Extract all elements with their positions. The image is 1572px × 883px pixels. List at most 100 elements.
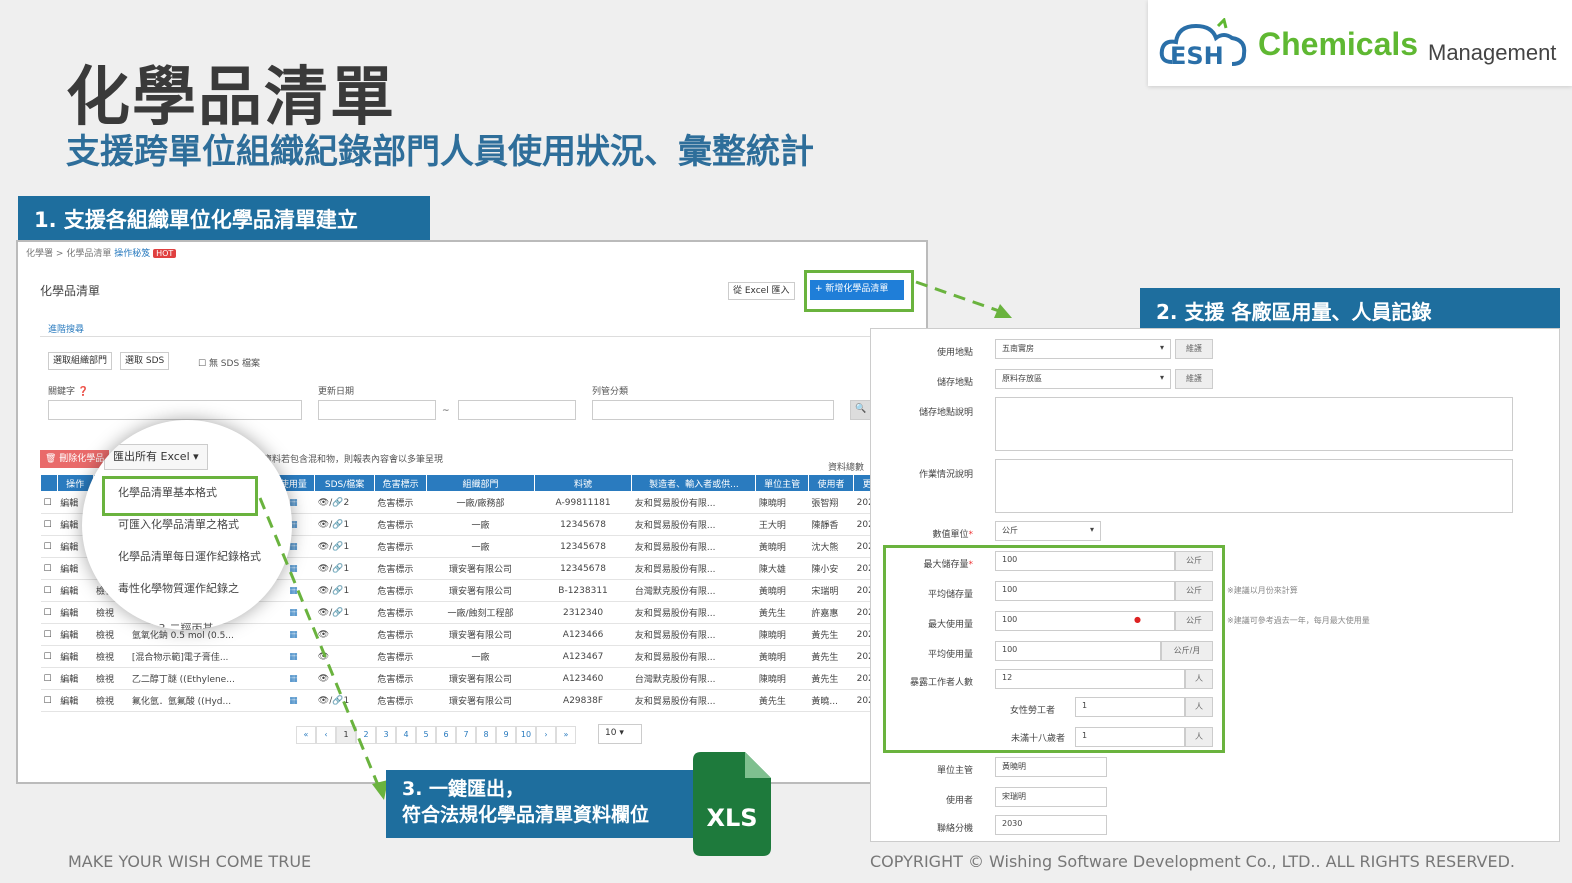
avg-use-input[interactable]: 100: [995, 641, 1161, 661]
hazard-link[interactable]: 危害標示: [374, 645, 427, 668]
date-to-input[interactable]: [458, 400, 576, 420]
page-link[interactable]: 8: [476, 726, 496, 744]
logo-management: Management: [1428, 40, 1557, 65]
col-header[interactable]: 使用者: [807, 474, 855, 492]
banner3-line2: 符合法規化學品清單資料欄位: [402, 804, 650, 826]
page-link[interactable]: ›: [536, 726, 556, 744]
delete-button[interactable]: 🗑 刪除化學品: [40, 450, 110, 468]
page-link[interactable]: 3: [376, 726, 396, 744]
exposed-input[interactable]: 12: [995, 669, 1185, 689]
mgr-input[interactable]: 黃曉明: [995, 757, 1107, 777]
page-link[interactable]: 7: [456, 726, 476, 744]
col-header[interactable]: 製造者、輸入者或供...: [631, 474, 757, 492]
user-input[interactable]: 宋瑞明: [995, 787, 1107, 807]
col-header[interactable]: [40, 474, 58, 492]
keyword-input[interactable]: [48, 400, 302, 420]
edit-link[interactable]: 編輯: [57, 579, 94, 602]
no-sds-checkbox[interactable]: ☐ 無 SDS 檔案: [198, 356, 260, 369]
view-link[interactable]: 檢視: [93, 645, 129, 668]
advanced-search-toggle[interactable]: 進階搜尋: [48, 322, 84, 335]
edit-link[interactable]: 編輯: [57, 667, 94, 690]
female-input[interactable]: 1: [1075, 697, 1185, 717]
checkbox[interactable]: ☐: [40, 491, 58, 514]
sds-cell[interactable]: 👁/🔗1: [314, 601, 375, 624]
page-link[interactable]: «: [296, 726, 316, 744]
date-from-input[interactable]: [318, 400, 436, 420]
checkbox[interactable]: ☐: [40, 579, 58, 602]
view-link[interactable]: 檢視: [93, 667, 129, 690]
hazard-link[interactable]: 危害標示: [374, 667, 427, 690]
page-link[interactable]: »: [556, 726, 576, 744]
sds-cell[interactable]: 👁/🔗1: [314, 513, 375, 536]
crumb-home[interactable]: 化學署: [26, 249, 53, 259]
ext-input[interactable]: 2030: [995, 815, 1107, 835]
edit-link[interactable]: 編輯: [57, 623, 94, 646]
hazard-link[interactable]: 危害標示: [374, 513, 427, 536]
import-excel-button[interactable]: 從 Excel 匯入: [728, 282, 795, 300]
checkbox[interactable]: ☐: [40, 535, 58, 558]
page-link[interactable]: 6: [436, 726, 456, 744]
view-link[interactable]: 檢視: [93, 623, 129, 646]
hazard-link[interactable]: 危害標示: [374, 535, 427, 558]
store-site-select[interactable]: 原料存放區 ▾: [995, 369, 1171, 389]
store-site-maintain-button[interactable]: 維護: [1175, 369, 1213, 389]
work-desc-textarea[interactable]: [995, 459, 1513, 513]
checkbox[interactable]: ☐: [40, 667, 58, 690]
max-use-input[interactable]: 100 ●: [995, 611, 1175, 631]
col-header[interactable]: 組織部門: [426, 474, 535, 492]
page-size-select[interactable]: 10 ▾: [598, 724, 642, 744]
hazard-link[interactable]: 危害標示: [374, 601, 427, 624]
checkbox[interactable]: ☐: [40, 689, 58, 712]
usage-icon: ▦: [271, 623, 315, 646]
checkbox[interactable]: ☐: [40, 623, 58, 646]
checkbox[interactable]: ☐: [40, 645, 58, 668]
sds-cell[interactable]: 👁: [314, 667, 375, 690]
col-header[interactable]: 危害標示: [373, 474, 428, 492]
page-link[interactable]: 10: [516, 726, 536, 744]
unit-select[interactable]: 公斤 ▾: [995, 521, 1101, 541]
col-header[interactable]: SDS/檔案: [314, 474, 375, 492]
page-link[interactable]: 4: [396, 726, 416, 744]
page-link[interactable]: ‹: [316, 726, 336, 744]
export-menu-item[interactable]: 化學品清單每日運作紀錄格式: [104, 540, 292, 572]
page-link[interactable]: 9: [496, 726, 516, 744]
edit-link[interactable]: 編輯: [57, 601, 94, 624]
col-header[interactable]: 單位主管: [755, 474, 809, 492]
store-desc-textarea[interactable]: [995, 397, 1513, 451]
hazard-link[interactable]: 危害標示: [374, 579, 427, 602]
user-cell: 宋瑞明: [808, 579, 854, 602]
max-store-input[interactable]: 100: [995, 551, 1175, 571]
view-link[interactable]: 檢視: [93, 689, 129, 712]
manufacturer: 台灣默克股份有限...: [631, 579, 756, 602]
sds-cell[interactable]: 👁/🔗1: [314, 535, 375, 558]
use-site-maintain-button[interactable]: 維護: [1175, 339, 1213, 359]
select-dept-button[interactable]: 選取組織部門: [48, 352, 113, 370]
checkbox[interactable]: ☐: [40, 557, 58, 580]
page-link[interactable]: 5: [416, 726, 436, 744]
hazard-link[interactable]: 危害標示: [374, 557, 427, 580]
sds-cell[interactable]: 👁: [314, 623, 375, 646]
edit-link[interactable]: 編輯: [57, 645, 94, 668]
sds-cell[interactable]: 👁/🔗1: [314, 579, 375, 602]
select-sds-button[interactable]: 選取 SDS: [120, 352, 170, 370]
sds-cell[interactable]: 👁: [314, 645, 375, 668]
checkbox[interactable]: ☐: [40, 601, 58, 624]
category-select[interactable]: [592, 400, 834, 420]
sds-cell[interactable]: 👁/🔗2: [314, 491, 375, 514]
edit-link[interactable]: 編輯: [57, 689, 94, 712]
help-link[interactable]: 操作秘笈: [114, 249, 150, 259]
col-header[interactable]: 料號: [533, 474, 633, 492]
checkbox[interactable]: ☐: [40, 513, 58, 536]
use-site-select[interactable]: 五南實房 ▾: [995, 339, 1171, 359]
export-excel-button[interactable]: 匯出所有 Excel ▾: [104, 444, 208, 470]
sds-cell[interactable]: 👁/🔗1: [314, 689, 375, 712]
page-link[interactable]: 2: [356, 726, 376, 744]
hazard-link[interactable]: 危害標示: [374, 623, 427, 646]
avg-store-input[interactable]: 100: [995, 581, 1175, 601]
hazard-link[interactable]: 危害標示: [374, 689, 427, 712]
sds-cell[interactable]: 👁/🔗1: [314, 557, 375, 580]
minor-input[interactable]: 1: [1075, 727, 1185, 747]
export-menu-item[interactable]: 毒性化學物質運作紀錄之: [104, 572, 292, 604]
hazard-link[interactable]: 危害標示: [374, 491, 427, 514]
page-link[interactable]: 1: [336, 726, 356, 744]
